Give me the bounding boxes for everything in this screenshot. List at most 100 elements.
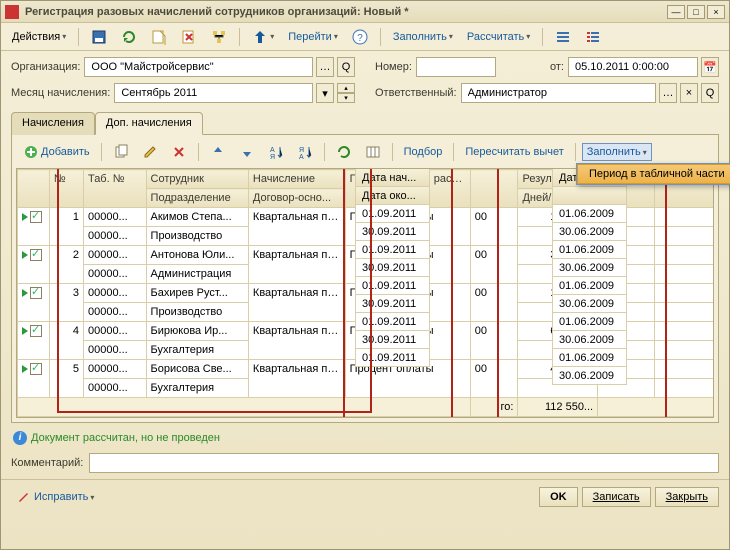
- tabs: Начисления Доп. начисления: [1, 105, 729, 134]
- toolbar-list2-icon[interactable]: [580, 26, 606, 48]
- sub-toolbar: Добавить AЯ ЯA Подбор Пересчитать вычет …: [16, 139, 714, 165]
- org-input[interactable]: [84, 57, 313, 77]
- tab-additional[interactable]: Доп. начисления: [95, 112, 203, 135]
- org-select-button[interactable]: …: [316, 57, 334, 77]
- toolbar-unpost-icon[interactable]: [176, 26, 202, 48]
- col-emp[interactable]: Сотрудник: [146, 170, 248, 189]
- row-checkbox[interactable]: [30, 325, 42, 337]
- col-accr[interactable]: Начисление: [248, 170, 345, 189]
- bottom-bar: Исправить▾ OK Записать Закрыть: [1, 479, 729, 514]
- popup-date-cell: 01.09.2011: [356, 277, 429, 295]
- fill-menu-top[interactable]: Заполнить▾: [388, 28, 458, 46]
- svg-text:Я: Я: [270, 154, 275, 160]
- end-date-cell: 01.06.2009: [553, 205, 626, 223]
- toolbar-save-icon[interactable]: [86, 26, 112, 48]
- window-title: Регистрация разовых начислений сотрудник…: [25, 6, 665, 18]
- popup-header-start: Дата нач...: [356, 169, 429, 187]
- delete-row-icon[interactable]: [166, 141, 192, 163]
- tab-panel: Добавить AЯ ЯA Подбор Пересчитать вычет …: [11, 134, 719, 423]
- svg-text:A: A: [270, 147, 275, 154]
- row-flag-icon: [22, 213, 28, 221]
- footer-area: i Документ рассчитан, но не проведен Ком…: [11, 429, 719, 473]
- svg-text:A: A: [299, 154, 304, 160]
- row-flag-icon: [22, 251, 28, 259]
- comment-label: Комментарий:: [11, 457, 83, 469]
- col-n[interactable]: №: [49, 170, 83, 208]
- popup-header-end: Дата око...: [356, 187, 429, 205]
- toolbar-post-icon[interactable]: [146, 26, 172, 48]
- end-date-cell: 01.06.2009: [553, 277, 626, 295]
- resp-select-button[interactable]: …: [659, 83, 677, 103]
- month-up[interactable]: ▴: [337, 83, 355, 93]
- resp-clear-button[interactable]: ×: [680, 83, 698, 103]
- svg-text:Я: Я: [299, 147, 304, 154]
- end-date-cell: 30.06.2009: [553, 259, 626, 277]
- move-up-icon[interactable]: [205, 141, 231, 163]
- row-flag-icon: [22, 289, 28, 297]
- app-icon: [5, 5, 19, 19]
- main-toolbar: Действия▾ ▾ Перейти▾ ? Заполнить▾ Рассчи…: [1, 23, 729, 51]
- fill-menu-period[interactable]: Период в табличной части: [577, 164, 730, 184]
- help-icon[interactable]: ?: [347, 26, 373, 48]
- row-checkbox[interactable]: [30, 287, 42, 299]
- popup-date-cell: 30.09.2011: [356, 259, 429, 277]
- recalc-button[interactable]: Пересчитать вычет: [460, 143, 568, 161]
- popup-dates-column: Дата нач... Дата око... 01.09.201130.09.…: [355, 169, 430, 367]
- add-row-button[interactable]: Добавить: [18, 141, 95, 163]
- sort-asc-icon[interactable]: AЯ: [263, 141, 289, 163]
- fix-dropdown[interactable]: Исправить▾: [11, 486, 99, 508]
- col-contract[interactable]: Договор-осно...: [248, 189, 345, 208]
- toolbar-refresh-icon[interactable]: [116, 26, 142, 48]
- date-input[interactable]: [568, 57, 698, 77]
- col-tabn[interactable]: Таб. №: [83, 170, 146, 208]
- toolbar-list1-icon[interactable]: [550, 26, 576, 48]
- end-date-cell: 30.06.2009: [553, 331, 626, 349]
- end-date-cell: 01.06.2009: [553, 349, 626, 367]
- resp-label: Ответственный:: [375, 87, 457, 99]
- comment-input[interactable]: [89, 453, 719, 473]
- popup-date-cell: 30.09.2011: [356, 295, 429, 313]
- goto-menu[interactable]: Перейти▾: [283, 28, 343, 46]
- close-button[interactable]: ×: [707, 5, 725, 19]
- fill-dropdown[interactable]: Заполнить ▾: [582, 143, 652, 161]
- toolbar-nav-icon[interactable]: ▾: [247, 26, 279, 48]
- month-input[interactable]: [114, 83, 313, 103]
- edit-row-icon[interactable]: [137, 141, 163, 163]
- sort-desc-icon[interactable]: ЯA: [292, 141, 318, 163]
- actions-menu[interactable]: Действия▾: [7, 28, 71, 46]
- save-button[interactable]: Записать: [582, 487, 651, 507]
- end-dates-column: Дата око... 01.06.200930.06.200901.06.20…: [552, 169, 627, 385]
- maximize-button[interactable]: □: [687, 5, 705, 19]
- popup-date-cell: 01.09.2011: [356, 313, 429, 331]
- calendar-icon[interactable]: 📅: [701, 57, 719, 77]
- end-date-cell: 30.06.2009: [553, 295, 626, 313]
- month-label: Месяц начисления:: [11, 87, 110, 99]
- minimize-button[interactable]: —: [667, 5, 685, 19]
- row-checkbox[interactable]: [30, 363, 42, 375]
- row-checkbox[interactable]: [30, 211, 42, 223]
- row-checkbox[interactable]: [30, 249, 42, 261]
- org-label: Организация:: [11, 61, 80, 73]
- tab-accruals[interactable]: Начисления: [11, 112, 95, 135]
- svg-text:?: ?: [357, 33, 363, 44]
- resp-input[interactable]: [461, 83, 656, 103]
- toolbar-structure-icon[interactable]: [206, 26, 232, 48]
- number-input[interactable]: [416, 57, 496, 77]
- move-down-icon[interactable]: [234, 141, 260, 163]
- row-flag-icon: [22, 327, 28, 335]
- selection-button[interactable]: Подбор: [399, 143, 448, 161]
- refresh-icon[interactable]: [331, 141, 357, 163]
- org-open-button[interactable]: Q: [337, 57, 355, 77]
- col-dept[interactable]: Подразделение: [146, 189, 248, 208]
- resp-open-button[interactable]: Q: [701, 83, 719, 103]
- calc-menu[interactable]: Рассчитать▾: [462, 28, 535, 46]
- popup-date-cell: 01.09.2011: [356, 349, 429, 367]
- copy-row-icon[interactable]: [108, 141, 134, 163]
- month-down[interactable]: ▾: [337, 93, 355, 103]
- from-label: от:: [550, 61, 564, 73]
- ok-button[interactable]: OK: [539, 487, 578, 507]
- month-dropdown-icon[interactable]: ▾: [316, 83, 334, 103]
- columns-icon[interactable]: [360, 141, 386, 163]
- header-form: Организация: … Q Номер: от: 📅 Месяц начи…: [1, 51, 729, 105]
- close-button-bottom[interactable]: Закрыть: [655, 487, 719, 507]
